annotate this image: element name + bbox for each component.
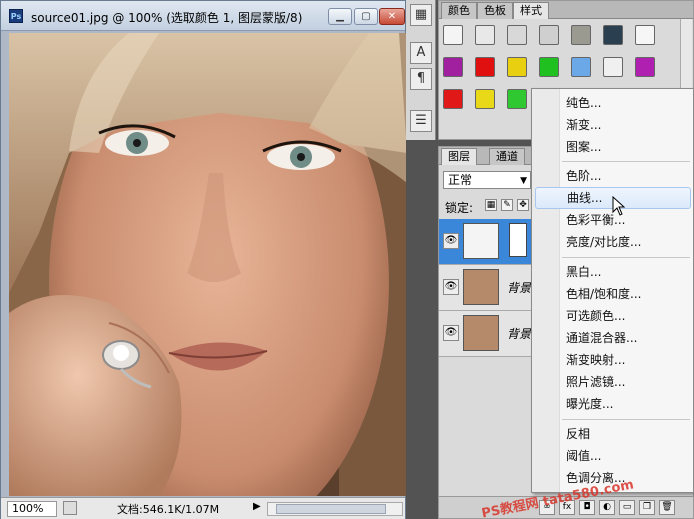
style-swatch[interactable]: [507, 57, 527, 77]
style-swatch[interactable]: [443, 89, 463, 109]
document-status-bar: 100% 文档:546.1K/1.07M ▶: [1, 497, 405, 519]
menu-item-selective-color[interactable]: 可选颜色...: [535, 305, 691, 327]
delete-layer-icon[interactable]: 🗑: [659, 500, 675, 515]
document-title: source01.jpg @ 100% (选取颜色 1, 图层蒙版/8): [31, 11, 303, 25]
status-menu-arrow-icon[interactable]: ▶: [253, 501, 261, 512]
style-swatch[interactable]: [539, 25, 559, 45]
photoshop-app-icon: Ps: [9, 9, 23, 23]
chevron-down-icon: ▼: [520, 176, 527, 186]
lock-transparency-icon[interactable]: ▦: [485, 199, 497, 211]
new-group-icon[interactable]: ▭: [619, 500, 635, 515]
adjustment-layer-menu: 纯色... 渐变... 图案... 色阶... 曲线... 色彩平衡... 亮度…: [531, 88, 694, 493]
zoom-level-field[interactable]: 100%: [7, 501, 57, 517]
menu-item-photo-filter[interactable]: 照片滤镜...: [535, 371, 691, 393]
menu-separator: [562, 419, 690, 420]
style-swatch[interactable]: [571, 25, 591, 45]
menu-item-pattern[interactable]: 图案...: [535, 136, 691, 158]
menu-item-channel-mixer[interactable]: 通道混合器...: [535, 327, 691, 349]
document-info: 文档:546.1K/1.07M: [117, 503, 220, 516]
tab-swatches[interactable]: 色板: [477, 2, 513, 19]
styles-panel-tabs: 颜色 色板 样式: [439, 1, 693, 19]
scrollbar-thumb[interactable]: [276, 504, 386, 514]
info-panel-icon[interactable]: ☰: [410, 110, 432, 132]
swatches-panel-icon[interactable]: ▦: [410, 4, 432, 26]
tab-styles[interactable]: 样式: [513, 2, 549, 19]
style-swatch[interactable]: [443, 25, 463, 45]
maximize-button[interactable]: ▢: [354, 8, 378, 25]
layer-name: 背景: [507, 327, 532, 341]
style-swatch[interactable]: [475, 89, 495, 109]
menu-item-black-white[interactable]: 黑白...: [535, 261, 691, 283]
blend-mode-select[interactable]: 正常 ▼: [443, 171, 531, 189]
lock-position-icon[interactable]: ✥: [517, 199, 529, 211]
menu-item-solid-color[interactable]: 纯色...: [535, 92, 691, 114]
tab-channels[interactable]: 通道: [489, 148, 525, 165]
photoshop-workspace: Ps source01.jpg @ 100% (选取颜色 1, 图层蒙版/8) …: [0, 0, 694, 519]
portrait-photo: [9, 33, 407, 496]
blend-mode-value: 正常: [448, 173, 473, 187]
menu-item-brightness-contrast[interactable]: 亮度/对比度...: [535, 231, 691, 253]
layer-mask-thumbnail: [509, 223, 527, 257]
menu-item-gradient[interactable]: 渐变...: [535, 114, 691, 136]
visibility-eye-icon[interactable]: 👁: [443, 279, 459, 295]
style-swatch[interactable]: [443, 57, 463, 77]
document-window: Ps source01.jpg @ 100% (选取颜色 1, 图层蒙版/8) …: [0, 0, 407, 519]
tab-color[interactable]: 颜色: [441, 2, 477, 19]
style-swatch[interactable]: [539, 57, 559, 77]
minimize-button[interactable]: ▁: [328, 8, 352, 25]
new-adjustment-layer-icon[interactable]: ◐: [599, 500, 615, 515]
style-swatch[interactable]: [635, 25, 655, 45]
menu-item-gradient-map[interactable]: 渐变映射...: [535, 349, 691, 371]
style-swatch[interactable]: [475, 25, 495, 45]
mouse-pointer-icon: [612, 196, 626, 216]
tab-layers[interactable]: 图层: [441, 148, 477, 165]
style-swatch[interactable]: [507, 25, 527, 45]
adjustment-layer-thumbnail: [463, 223, 499, 259]
menu-item-invert[interactable]: 反相: [535, 423, 691, 445]
menu-item-levels[interactable]: 色阶...: [535, 165, 691, 187]
visibility-eye-icon[interactable]: 👁: [443, 233, 459, 249]
status-options-icon[interactable]: [63, 501, 77, 515]
style-swatch[interactable]: [635, 57, 655, 77]
style-swatch[interactable]: [507, 89, 527, 109]
menu-separator: [562, 257, 690, 258]
menu-item-hue-saturation[interactable]: 色相/饱和度...: [535, 283, 691, 305]
horizontal-scrollbar[interactable]: [267, 502, 403, 516]
layer-thumbnail: [463, 315, 499, 351]
menu-item-threshold[interactable]: 阈值...: [535, 445, 691, 467]
layer-thumbnail: [463, 269, 499, 305]
menu-item-exposure[interactable]: 曝光度...: [535, 393, 691, 415]
visibility-eye-icon[interactable]: 👁: [443, 325, 459, 341]
new-layer-icon[interactable]: ❐: [639, 500, 655, 515]
style-swatch[interactable]: [603, 25, 623, 45]
collapsed-panel-icons: ▦ A ¶ ☰: [406, 0, 436, 140]
lock-label: 锁定:: [445, 201, 474, 215]
canvas-image[interactable]: [9, 33, 407, 496]
style-swatch[interactable]: [603, 57, 623, 77]
menu-separator: [562, 161, 690, 162]
close-button[interactable]: ✕: [379, 8, 405, 25]
document-titlebar[interactable]: Ps source01.jpg @ 100% (选取颜色 1, 图层蒙版/8) …: [1, 1, 405, 31]
character-panel-icon[interactable]: A: [410, 42, 432, 64]
style-swatch[interactable]: [475, 57, 495, 77]
style-swatch[interactable]: [571, 57, 591, 77]
paragraph-panel-icon[interactable]: ¶: [410, 68, 432, 90]
lock-pixels-icon[interactable]: ✎: [501, 199, 513, 211]
